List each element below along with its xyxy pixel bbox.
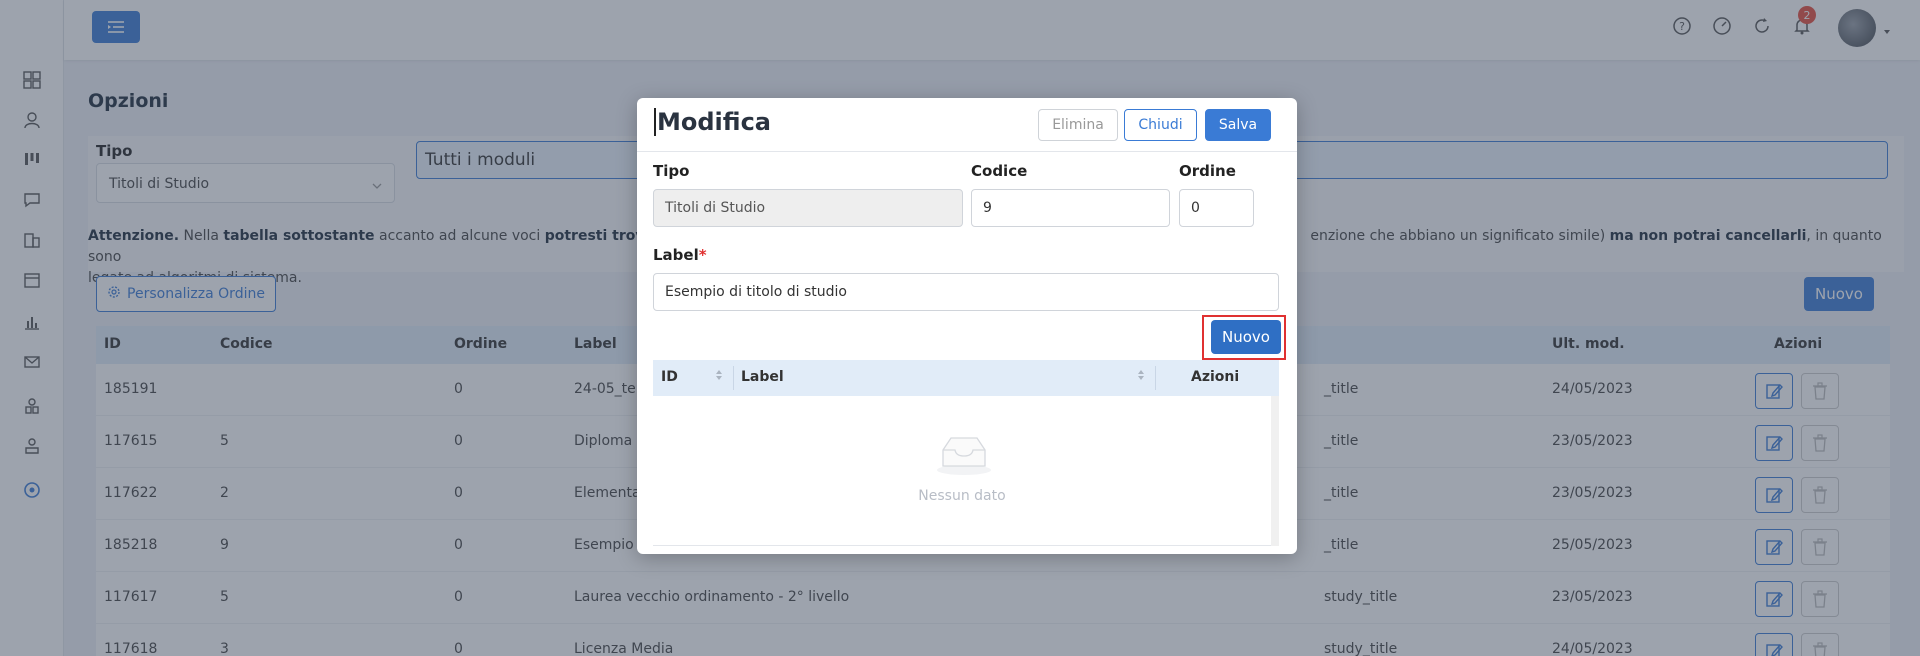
empty-inbox-icon bbox=[935, 432, 993, 480]
inner-col-label[interactable]: Label bbox=[741, 369, 784, 385]
delete-button[interactable]: Elimina bbox=[1038, 109, 1118, 141]
required-marker: * bbox=[698, 246, 707, 264]
ordine-field[interactable]: 0 bbox=[1179, 189, 1254, 227]
codice-label: Codice bbox=[971, 162, 1028, 180]
close-button[interactable]: Chiudi bbox=[1124, 109, 1197, 141]
empty-state-text: Nessun dato bbox=[918, 488, 1006, 504]
sort-icon[interactable] bbox=[715, 369, 723, 381]
save-button[interactable]: Salva bbox=[1205, 109, 1271, 141]
label-label: Label* bbox=[653, 246, 707, 264]
translations-table-header: ID Label Azioni bbox=[653, 360, 1279, 396]
label-field[interactable]: Esempio di titolo di studio bbox=[653, 273, 1279, 311]
scrollbar[interactable] bbox=[1271, 396, 1279, 546]
inner-col-id[interactable]: ID bbox=[661, 369, 678, 385]
tipo-label: Tipo bbox=[653, 162, 690, 180]
tipo-field: Titoli di Studio bbox=[653, 189, 963, 227]
codice-field[interactable]: 9 bbox=[971, 189, 1170, 227]
column-separator bbox=[1155, 366, 1156, 390]
new-translation-button[interactable]: Nuovo bbox=[1211, 320, 1281, 354]
sort-icon[interactable] bbox=[1137, 369, 1145, 381]
inner-col-azioni: Azioni bbox=[1191, 369, 1240, 385]
column-separator bbox=[733, 366, 734, 390]
translations-table: ID Label Azioni Nessun dato bbox=[653, 360, 1279, 546]
modal-title: Modifica bbox=[654, 108, 771, 136]
ordine-label: Ordine bbox=[1179, 162, 1236, 180]
modal-header: Modifica Elimina Chiudi Salva bbox=[637, 98, 1297, 152]
edit-modal: Modifica Elimina Chiudi Salva Tipo Titol… bbox=[637, 98, 1297, 554]
